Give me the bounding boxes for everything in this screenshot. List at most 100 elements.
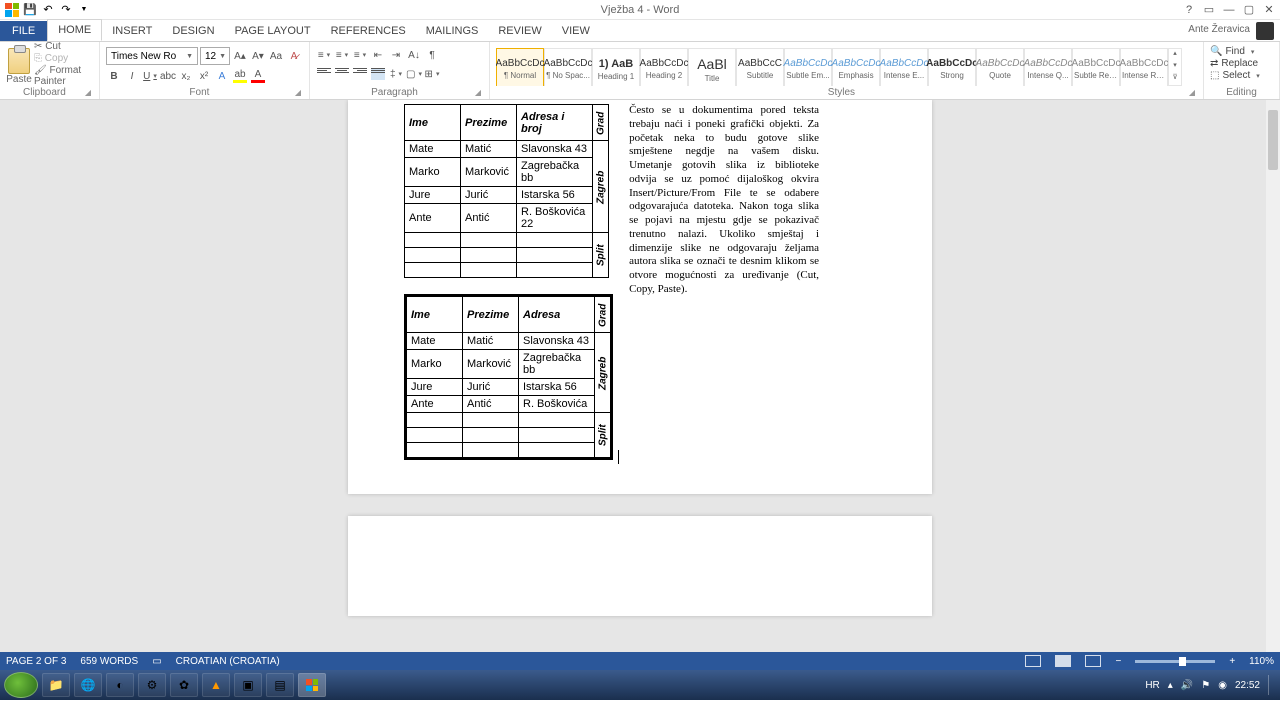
taskbar-word-icon[interactable] [298,673,326,697]
tab-page-layout[interactable]: PAGE LAYOUT [225,21,321,41]
multilevel-button[interactable]: ≡▾ [352,47,368,63]
zoom-out-button[interactable]: − [1115,656,1121,667]
status-words[interactable]: 659 WORDS [80,656,138,667]
tray-time[interactable]: 22:52 [1235,680,1260,691]
decrease-indent-button[interactable]: ⇤ [370,47,386,63]
qat-dropdown-icon[interactable]: ▼ [76,2,92,18]
view-web-icon[interactable] [1085,655,1101,667]
body-paragraph[interactable]: Često se u dokumentima pored teksta treb… [629,104,819,464]
style-item[interactable]: AaBbCcDcStrong [928,48,976,86]
tab-home[interactable]: HOME [47,19,102,41]
tray-shield-icon[interactable]: ◉ [1218,680,1227,691]
table-2[interactable]: ImePrezimeAdresaGradMateMatićSlavonska 4… [406,296,611,458]
tray-net-icon[interactable]: ▴ [1168,680,1173,691]
superscript-button[interactable]: x² [196,68,212,84]
tab-insert[interactable]: INSERT [102,21,162,41]
minimize-icon[interactable]: — [1220,2,1238,18]
tab-view[interactable]: VIEW [552,21,600,41]
bold-button[interactable]: B [106,68,122,84]
find-button[interactable]: 🔍 Find ▾ [1210,46,1273,57]
paragraph-launcher-icon[interactable]: ◢ [473,88,483,97]
font-name-select[interactable]: Times New Ro▼ [106,47,198,65]
cut-button[interactable]: ✂ Cut [34,41,93,52]
font-launcher-icon[interactable]: ◢ [293,88,303,97]
italic-button[interactable]: I [124,68,140,84]
shading-button[interactable]: ▢▾ [406,66,422,82]
taskbar-app-icon[interactable]: ◐ [106,673,134,697]
redo-icon[interactable]: ↷ [58,2,74,18]
grow-font-icon[interactable]: A▴ [232,48,248,64]
user-avatar[interactable] [1256,22,1274,40]
increase-indent-button[interactable]: ⇥ [388,47,404,63]
line-spacing-button[interactable]: ‡▾ [388,66,404,82]
style-item[interactable]: AaBbCcDcIntense Q... [1024,48,1072,86]
view-read-icon[interactable] [1025,655,1041,667]
clipboard-launcher-icon[interactable]: ◢ [83,88,93,97]
copy-button[interactable]: ⎘ Copy [34,53,93,64]
align-left-button[interactable] [316,66,332,82]
zoom-level[interactable]: 110% [1249,656,1274,667]
taskbar-explorer-icon[interactable]: 📁 [42,673,70,697]
shrink-font-icon[interactable]: A▾ [250,48,266,64]
style-item[interactable]: AaBbCcDcEmphasis [832,48,880,86]
save-icon[interactable]: 💾 [22,2,38,18]
styles-gallery[interactable]: AaBbCcDc¶ NormalAaBbCcDc¶ No Spac...1) A… [496,44,1197,86]
style-item[interactable]: AaBbCcDcQuote [976,48,1024,86]
style-item[interactable]: AaBbCcDcSubtle Ref... [1072,48,1120,86]
zoom-slider[interactable] [1135,660,1215,663]
status-language[interactable]: CROATIAN (CROATIA) [176,656,280,667]
select-button[interactable]: ⬚ Select ▾ [1210,70,1273,81]
subscript-button[interactable]: x₂ [178,68,194,84]
table-1[interactable]: ImePrezimeAdresa i brojGradMateMatićSlav… [404,104,609,278]
maximize-icon[interactable]: ▢ [1240,2,1258,18]
tab-design[interactable]: DESIGN [162,21,224,41]
view-print-icon[interactable] [1055,655,1071,667]
styles-launcher-icon[interactable]: ◢ [1187,88,1197,97]
styles-more-button[interactable]: ▴▾⊽ [1168,48,1182,86]
clear-format-icon[interactable]: A̷ [286,48,302,64]
align-right-button[interactable] [352,66,368,82]
start-button[interactable] [4,672,38,698]
taskbar-chrome-icon[interactable]: 🌐 [74,673,102,697]
underline-button[interactable]: U▾ [142,68,158,84]
style-item[interactable]: AaBbCcDcHeading 2 [640,48,688,86]
sort-button[interactable]: A↓ [406,47,422,63]
page[interactable]: ImePrezimeAdresa i brojGradMateMatićSlav… [348,100,932,494]
document-area[interactable]: ImePrezimeAdresa i brojGradMateMatićSlav… [0,100,1280,652]
undo-icon[interactable]: ↶ [40,2,56,18]
tab-references[interactable]: REFERENCES [321,21,416,41]
zoom-in-button[interactable]: + [1229,656,1235,667]
vertical-scrollbar[interactable] [1266,100,1280,652]
style-item[interactable]: AaBbCcDcSubtle Em... [784,48,832,86]
help-icon[interactable]: ? [1180,2,1198,18]
style-item[interactable]: AaBbCcDcIntense E... [880,48,928,86]
show-marks-button[interactable]: ¶ [424,47,440,63]
tray-flag-icon[interactable]: ⚑ [1201,680,1210,691]
page-next[interactable] [348,516,932,616]
align-center-button[interactable] [334,66,350,82]
style-item[interactable]: 1) AaBHeading 1 [592,48,640,86]
borders-button[interactable]: ⊞▾ [424,66,440,82]
replace-button[interactable]: ⇄ Replace [1210,58,1273,69]
ribbon-options-icon[interactable]: ▭ [1200,2,1218,18]
numbering-button[interactable]: ≡▾ [334,47,350,63]
tab-review[interactable]: REVIEW [488,21,551,41]
status-page[interactable]: PAGE 2 OF 3 [6,656,66,667]
font-size-select[interactable]: 12▼ [200,47,230,65]
taskbar-vlc-icon[interactable]: ▲ [202,673,230,697]
style-item[interactable]: AaBbCcDc¶ No Spac... [544,48,592,86]
style-item[interactable]: AaBbCcDc¶ Normal [496,48,544,86]
taskbar-app4-icon[interactable]: ▤ [266,673,294,697]
style-item[interactable]: AaBbCcDcIntense Re... [1120,48,1168,86]
tray-sound-icon[interactable]: 🔊 [1181,680,1193,691]
status-proof-icon[interactable]: ▭ [152,656,161,667]
show-desktop-button[interactable] [1268,675,1274,695]
text-effects-icon[interactable]: A [214,68,230,84]
style-item[interactable]: AaBlTitle [688,48,736,86]
strike-button[interactable]: abc [160,68,176,84]
taskbar-app3-icon[interactable]: ✿ [170,673,198,697]
highlight-button[interactable]: ab [232,68,248,84]
justify-button[interactable] [370,66,386,82]
style-item[interactable]: AaBbCcCSubtitle [736,48,784,86]
tab-file[interactable]: FILE [0,21,47,41]
